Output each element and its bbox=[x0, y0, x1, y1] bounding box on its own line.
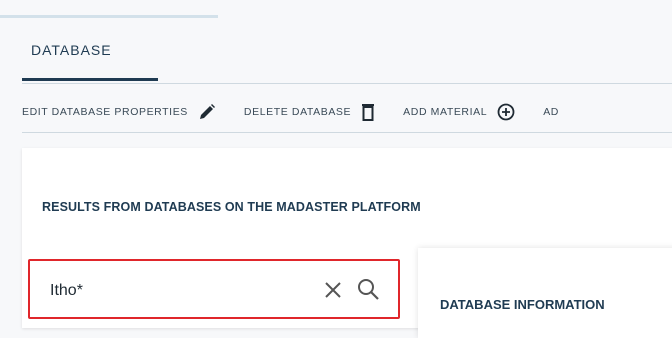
edit-database-properties-button[interactable]: EDIT DATABASE PROPERTIES bbox=[22, 103, 216, 121]
results-title: RESULTS FROM DATABASES ON THE MADASTER P… bbox=[42, 200, 421, 214]
delete-database-label: DELETE DATABASE bbox=[243, 106, 352, 118]
close-icon[interactable] bbox=[322, 279, 344, 306]
search-input[interactable]: Itho* bbox=[28, 259, 400, 319]
tab-database[interactable]: DATABASE bbox=[22, 40, 158, 81]
search-value: Itho* bbox=[50, 282, 83, 299]
toolbar: EDIT DATABASE PROPERTIES DELETE DATABASE… bbox=[22, 100, 587, 124]
search-icon[interactable] bbox=[356, 277, 380, 306]
pencil-icon bbox=[198, 103, 216, 121]
edit-database-properties-label: EDIT DATABASE PROPERTIES bbox=[22, 106, 188, 118]
top-accent-line bbox=[0, 15, 218, 18]
toolbar-overflow-button[interactable]: AD bbox=[543, 106, 559, 118]
add-material-label: ADD MATERIAL bbox=[403, 106, 488, 118]
database-information-panel: DATABASE INFORMATION bbox=[418, 248, 672, 338]
database-information-title: DATABASE INFORMATION bbox=[440, 297, 605, 312]
add-material-button[interactable]: ADD MATERIAL bbox=[403, 103, 515, 121]
tab-database-label: DATABASE bbox=[31, 42, 112, 58]
trash-icon bbox=[361, 103, 375, 121]
add-circle-icon bbox=[497, 103, 515, 121]
toolbar-overflow-label: AD bbox=[543, 106, 559, 118]
results-card: RESULTS FROM DATABASES ON THE MADASTER P… bbox=[22, 148, 672, 338]
delete-database-button[interactable]: DELETE DATABASE bbox=[244, 103, 375, 121]
tab-divider bbox=[22, 83, 672, 84]
active-tab-indicator bbox=[22, 78, 158, 81]
toolbar-divider bbox=[22, 132, 672, 133]
